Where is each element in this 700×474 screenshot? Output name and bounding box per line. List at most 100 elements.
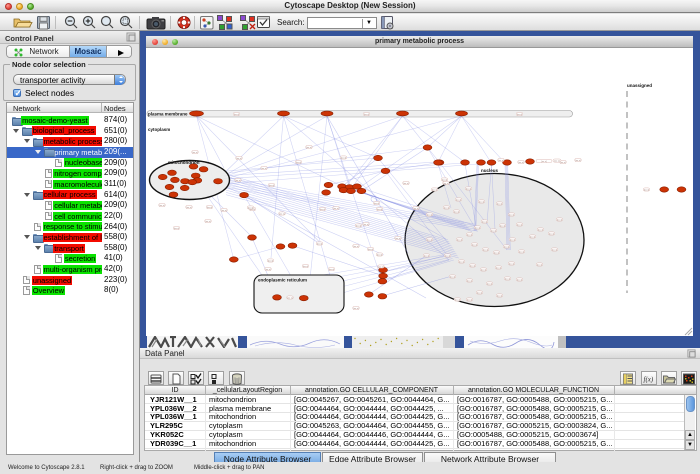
- svg-text:[xx x]: [xx x]: [444, 207, 449, 209]
- svg-text:[xx x]: [xx x]: [221, 210, 226, 212]
- svg-text:[xx x]: [xx x]: [450, 276, 455, 278]
- svg-text:[xx x]: [xx x]: [479, 201, 484, 203]
- svg-text:[xx x]: [xx x]: [466, 188, 471, 190]
- svg-text:[xx x]: [xx x]: [644, 189, 649, 191]
- svg-text:[xx x]: [xx x]: [413, 208, 418, 210]
- svg-text:[xx x]: [xx x]: [427, 214, 432, 216]
- svg-text:[xx x]: [xx x]: [482, 221, 487, 223]
- svg-text:[xx x]: [xx x]: [427, 239, 432, 241]
- svg-text:[xx x]: [xx x]: [487, 283, 492, 285]
- svg-text:[xx x]: [xx x]: [483, 249, 488, 251]
- svg-text:[xx x]: [xx x]: [541, 161, 546, 163]
- svg-text:[xx x]: [xx x]: [538, 229, 543, 231]
- svg-text:[xx x]: [xx x]: [517, 224, 522, 226]
- svg-text:[xx x]: [xx x]: [491, 230, 496, 232]
- svg-text:[xx x]: [xx x]: [287, 297, 292, 299]
- svg-text:[xx x]: [xx x]: [207, 207, 212, 209]
- svg-text:[xx x]: [xx x]: [517, 279, 522, 281]
- svg-text:[xx x]: [xx x]: [517, 114, 522, 116]
- svg-text:[xx x]: [xx x]: [496, 267, 501, 269]
- svg-text:[xx x]: [xx x]: [445, 255, 450, 257]
- svg-text:[xx x]: [xx x]: [234, 114, 239, 116]
- svg-text:[xx x]: [xx x]: [481, 269, 486, 271]
- svg-text:[xx x]: [xx x]: [341, 157, 346, 159]
- svg-text:[xx x]: [xx x]: [303, 266, 308, 268]
- svg-text:[xx x]: [xx x]: [329, 269, 334, 271]
- svg-text:nucleus: nucleus: [481, 168, 499, 173]
- svg-text:[xx x]: [xx x]: [470, 265, 475, 267]
- svg-text:[xx x]: [xx x]: [475, 227, 480, 229]
- svg-text:[xx x]: [xx x]: [265, 269, 270, 271]
- svg-text:[xx x]: [xx x]: [317, 243, 322, 245]
- svg-text:[xx x]: [xx x]: [457, 239, 462, 241]
- svg-text:[xx x]: [xx x]: [504, 246, 509, 248]
- svg-text:[xx x]: [xx x]: [454, 211, 459, 213]
- svg-text:mitochondrion: mitochondrion: [168, 160, 200, 165]
- svg-text:[xx x]: [xx x]: [377, 254, 382, 256]
- svg-text:[xx x]: [xx x]: [403, 183, 408, 185]
- svg-text:[xx x]: [xx x]: [549, 233, 554, 235]
- svg-text:[xx x]: [xx x]: [459, 261, 464, 263]
- svg-text:[xx x]: [xx x]: [395, 238, 400, 240]
- svg-text:[xx x]: [xx x]: [268, 260, 273, 262]
- svg-text:[xx x]: [xx x]: [557, 219, 562, 221]
- svg-text:[xx x]: [xx x]: [455, 299, 460, 301]
- svg-text:[xx x]: [xx x]: [518, 162, 523, 164]
- svg-text:[xx x]: [xx x]: [560, 162, 565, 164]
- svg-text:[xx x]: [xx x]: [296, 162, 301, 164]
- svg-text:unassigned: unassigned: [627, 83, 652, 88]
- svg-text:[xx x]: [xx x]: [235, 180, 240, 182]
- svg-text:[xx x]: [xx x]: [306, 147, 311, 149]
- svg-text:[xx x]: [xx x]: [442, 179, 447, 181]
- svg-text:[xx x]: [xx x]: [174, 228, 179, 230]
- svg-text:[xx x]: [xx x]: [353, 308, 358, 310]
- svg-text:[xx x]: [xx x]: [510, 239, 515, 241]
- svg-text:[xx x]: [xx x]: [333, 208, 338, 210]
- svg-text:[xx x]: [xx x]: [509, 214, 514, 216]
- svg-text:[xx x]: [xx x]: [505, 278, 510, 280]
- svg-text:[xx x]: [xx x]: [432, 189, 437, 191]
- svg-text:[xx x]: [xx x]: [192, 152, 197, 154]
- svg-text:[xx x]: [xx x]: [554, 161, 559, 163]
- svg-text:[xx x]: [xx x]: [374, 203, 379, 205]
- svg-text:[xx x]: [xx x]: [509, 263, 514, 265]
- svg-text:[xx x]: [xx x]: [456, 199, 461, 201]
- svg-text:[xx x]: [xx x]: [575, 160, 580, 162]
- svg-text:[xx x]: [xx x]: [186, 207, 191, 209]
- svg-text:[xx x]: [xx x]: [353, 246, 358, 248]
- svg-text:[xx x]: [xx x]: [378, 266, 383, 268]
- svg-text:[xx x]: [xx x]: [261, 168, 266, 170]
- svg-text:[xx x]: [xx x]: [472, 244, 477, 246]
- svg-text:[xx x]: [xx x]: [519, 251, 524, 253]
- svg-text:[xx x]: [xx x]: [159, 205, 164, 207]
- svg-text:[xx x]: [xx x]: [377, 209, 382, 211]
- svg-text:[xx x]: [xx x]: [467, 234, 472, 236]
- svg-text:[xx x]: [xx x]: [356, 225, 361, 227]
- svg-text:[xx x]: [xx x]: [552, 249, 557, 251]
- svg-text:[xx x]: [xx x]: [368, 249, 373, 251]
- svg-text:f(x): f(x): [644, 376, 654, 384]
- svg-text:[xx x]: [xx x]: [269, 185, 274, 187]
- svg-text:[xx x]: [xx x]: [494, 252, 499, 254]
- svg-text:[xx x]: [xx x]: [497, 295, 502, 297]
- svg-text:[xx x]: [xx x]: [498, 160, 503, 162]
- svg-text:[xx x]: [xx x]: [467, 280, 472, 282]
- svg-text:[xx x]: [xx x]: [530, 236, 535, 238]
- svg-text:cytoplasm: cytoplasm: [148, 127, 170, 132]
- svg-text:[xx x]: [xx x]: [443, 183, 448, 185]
- svg-text:[xx x]: [xx x]: [236, 158, 241, 160]
- svg-text:[xx x]: [xx x]: [363, 224, 368, 226]
- svg-text:[xx x]: [xx x]: [424, 255, 429, 257]
- svg-text:[xx x]: [xx x]: [320, 209, 325, 211]
- svg-text:[xx x]: [xx x]: [279, 213, 284, 215]
- svg-text:[xx x]: [xx x]: [248, 207, 253, 209]
- svg-text:plasma membrane: plasma membrane: [148, 112, 188, 117]
- svg-text:[xx x]: [xx x]: [205, 221, 210, 223]
- svg-text:[xx x]: [xx x]: [497, 203, 502, 205]
- svg-text:[xx x]: [xx x]: [467, 299, 472, 301]
- svg-text:[xx x]: [xx x]: [537, 264, 542, 266]
- svg-text:endoplasmic reticulum: endoplasmic reticulum: [258, 278, 307, 283]
- svg-text:[xx x]: [xx x]: [364, 114, 369, 116]
- svg-text:[xx x]: [xx x]: [477, 292, 482, 294]
- svg-text:[xx x]: [xx x]: [500, 225, 505, 227]
